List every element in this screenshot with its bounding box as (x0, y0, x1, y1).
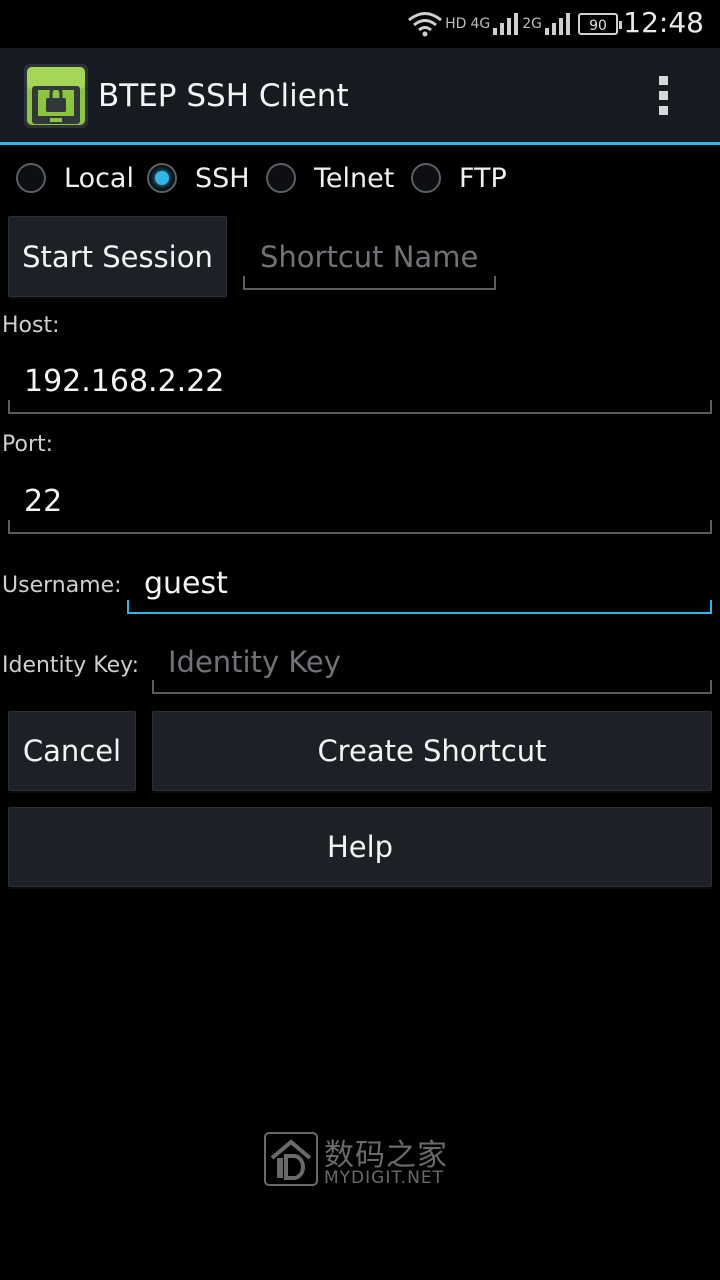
start-session-button[interactable]: Start Session (8, 216, 227, 297)
username-label: Username: (2, 573, 122, 598)
shortcut-name-input[interactable]: Shortcut Name (260, 240, 478, 274)
network-4g: 4G (470, 16, 491, 32)
wifi-icon (408, 12, 443, 37)
network-2g: 2G (522, 16, 542, 32)
identity-key-input[interactable]: Identity Key (168, 645, 341, 679)
status-time: 12:48 (623, 6, 704, 39)
port-label: Port: (2, 432, 54, 457)
mydigit-logo-icon (264, 1132, 318, 1186)
radio-local[interactable]: Local (16, 160, 134, 196)
shortcut-name-underline (243, 276, 496, 290)
radio-ftp[interactable]: FTP (411, 160, 507, 196)
terminal-lock-icon (24, 64, 88, 128)
radio-local-indicator (16, 163, 46, 193)
radio-telnet[interactable]: Telnet (266, 160, 394, 196)
battery-icon: 90 (578, 13, 622, 35)
menu-dot (659, 91, 668, 100)
protocol-radio-group: Local SSH Telnet FTP (0, 150, 720, 206)
radio-telnet-label: Telnet (314, 162, 395, 194)
create-shortcut-button[interactable]: Create Shortcut (152, 711, 712, 791)
radio-ftp-indicator (411, 163, 441, 193)
identity-key-label: Identity Key: (2, 653, 140, 678)
app-title: BTEP SSH Client (98, 78, 349, 114)
radio-ssh-label: SSH (195, 162, 250, 194)
radio-ftp-label: FTP (459, 162, 507, 194)
radio-ssh-indicator (147, 163, 177, 193)
battery-level: 90 (589, 18, 607, 34)
signal-2g-icon (545, 13, 570, 35)
overflow-menu-icon[interactable] (652, 74, 676, 118)
network-hd: HD (445, 16, 467, 32)
status-bar: HD 4G 2G 90 12:48 (0, 0, 720, 48)
radio-local-label: Local (64, 162, 134, 194)
port-underline (8, 520, 712, 534)
port-input[interactable]: 22 (24, 484, 62, 519)
radio-ssh[interactable]: SSH (147, 160, 250, 196)
menu-dot (659, 106, 668, 115)
username-input[interactable]: guest (144, 566, 228, 601)
signal-4g-icon (493, 13, 519, 35)
radio-telnet-indicator (266, 163, 296, 193)
host-label: Host: (2, 313, 60, 338)
watermark-en: MYDIGIT.NET (324, 1168, 444, 1188)
host-underline (8, 400, 712, 414)
status-icons: HD 4G 2G 90 (407, 8, 622, 40)
help-button[interactable]: Help (8, 807, 712, 887)
action-bar: BTEP SSH Client (0, 48, 720, 145)
cancel-button[interactable]: Cancel (8, 711, 136, 791)
identity-key-underline (152, 680, 712, 694)
username-underline (127, 600, 712, 614)
watermark: 数码之家 MYDIGIT.NET (264, 1130, 464, 1190)
host-input[interactable]: 192.168.2.22 (24, 364, 224, 399)
menu-dot (659, 76, 668, 85)
